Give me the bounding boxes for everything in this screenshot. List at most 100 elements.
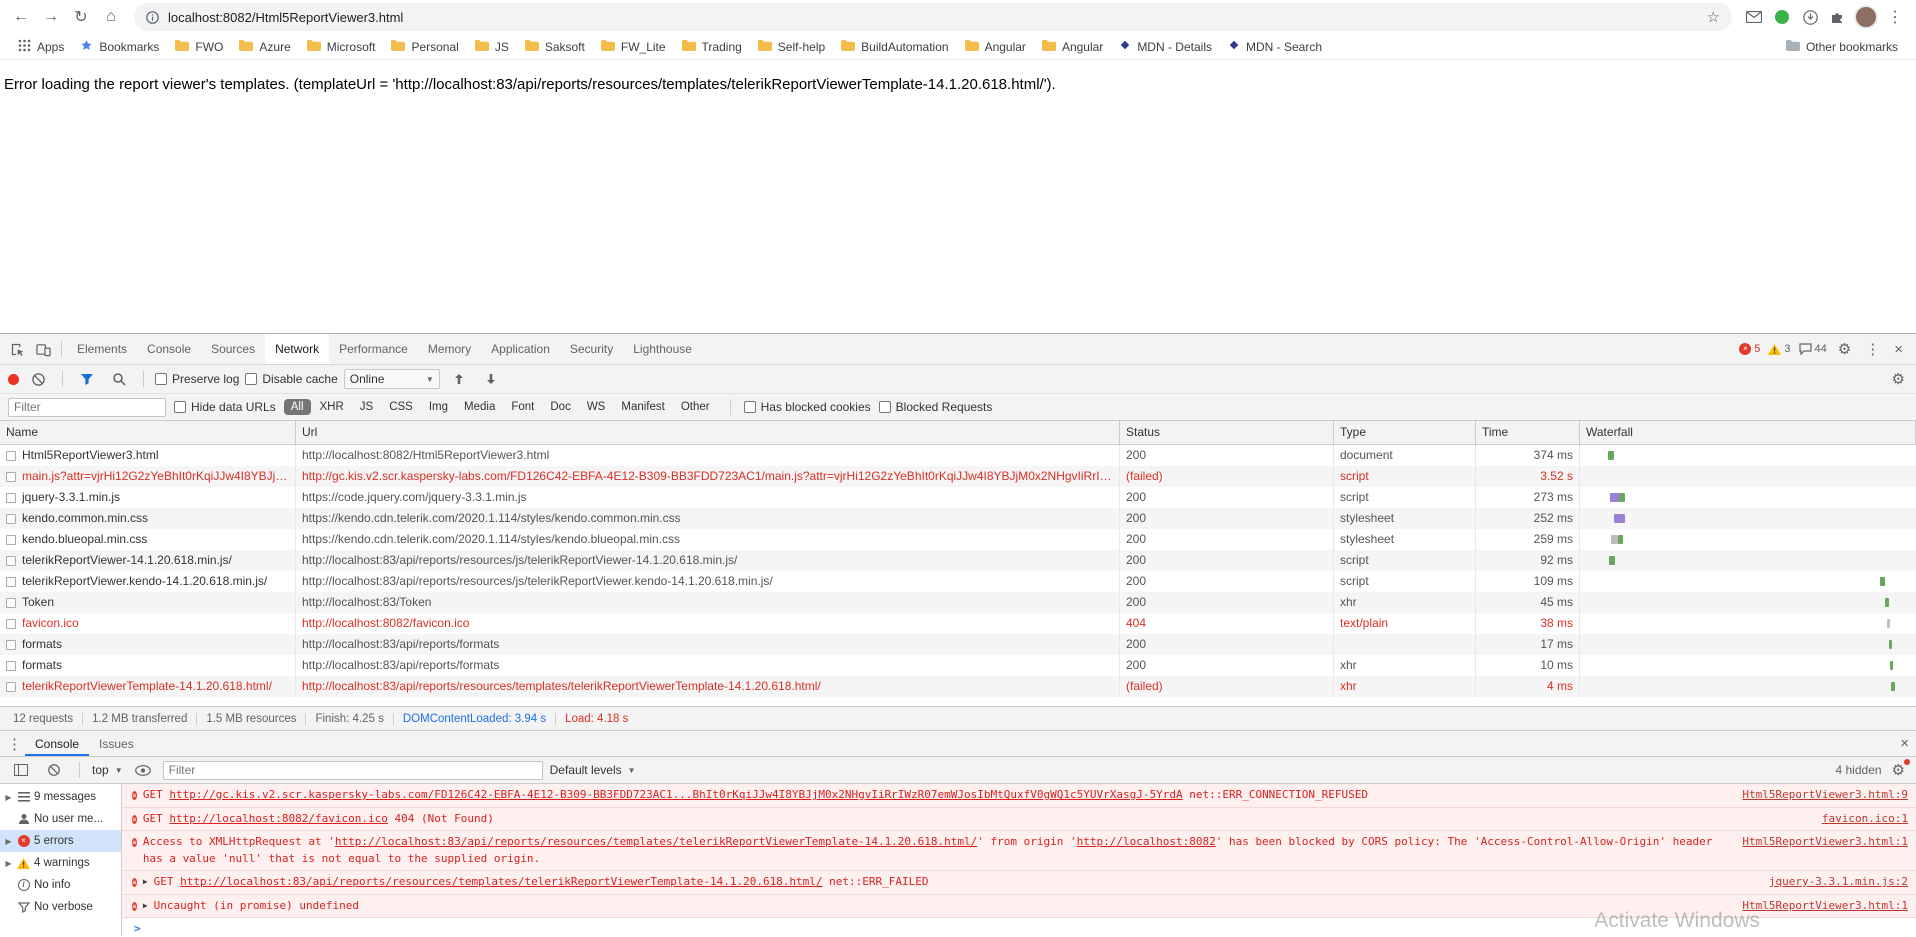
hide-data-urls-checkbox[interactable]: Hide data URLs (174, 400, 276, 414)
filter-pill-font[interactable]: Font (504, 399, 541, 415)
console-filter-no-user-me[interactable]: No user me... (0, 808, 121, 830)
drawer-tab-issues[interactable]: Issues (89, 731, 144, 756)
checkbox[interactable] (744, 401, 756, 413)
source-link[interactable]: Html5ReportViewer3.html:9 (1742, 787, 1908, 804)
filter-pill-media[interactable]: Media (457, 399, 502, 415)
message-url-link[interactable]: http://localhost:8082/favicon.ico (169, 812, 388, 825)
console-sidebar-toggle-icon[interactable] (8, 757, 34, 783)
url-text[interactable]: localhost:8082/Html5ReportViewer3.html (168, 10, 403, 25)
bookmark-item-personal[interactable]: Personal (383, 37, 466, 57)
clear-network-log-icon[interactable] (25, 366, 51, 392)
console-filter-4-warnings[interactable]: ▶4 warnings (0, 852, 121, 874)
bookmark-item-mdn-search[interactable]: MDN - Search (1220, 36, 1330, 57)
column-header-name[interactable]: Name (0, 421, 296, 444)
tab-elements[interactable]: Elements (67, 334, 137, 364)
checkbox[interactable] (879, 401, 891, 413)
bookmark-item-fw-lite[interactable]: FW_Lite (593, 37, 674, 57)
home-button[interactable]: ⌂ (98, 4, 124, 30)
console-error-message[interactable]: ×▶Uncaught (in promise) undefinedHtml5Re… (122, 895, 1916, 919)
console-filter-9-messages[interactable]: ▶9 messages (0, 786, 121, 808)
drawer-menu-icon[interactable]: ⋮ (4, 735, 25, 753)
filter-pill-css[interactable]: CSS (382, 399, 420, 415)
blocked-requests-checkbox[interactable]: Blocked Requests (879, 400, 993, 414)
network-request-row[interactable]: telerikReportViewer-14.1.20.618.min.js/h… (0, 550, 1916, 571)
bookmark-star-icon[interactable]: ☆ (1707, 8, 1720, 26)
source-link[interactable]: jquery-3.3.1.min.js:2 (1769, 874, 1908, 891)
bookmark-item-saksoft[interactable]: Saksoft (517, 37, 593, 57)
device-toolbar-icon[interactable] (30, 336, 56, 362)
source-link[interactable]: favicon.ico:1 (1822, 811, 1908, 828)
console-filter-no-info[interactable]: iNo info (0, 874, 121, 896)
message-url-link[interactable]: http://localhost:83/api/reports/resource… (180, 875, 822, 888)
browser-menu-icon[interactable]: ⋮ (1882, 4, 1908, 30)
live-expression-eye-icon[interactable] (130, 757, 156, 783)
network-request-row[interactable]: Tokenhttp://localhost:83/Token200xhr45 m… (0, 592, 1916, 613)
bookmark-item-buildautomation[interactable]: BuildAutomation (833, 37, 956, 57)
console-error-message[interactable]: ×▶GET http://localhost:83/api/reports/re… (122, 871, 1916, 895)
console-settings-icon[interactable]: ⚙ (1889, 761, 1908, 779)
bookmark-item-self-help[interactable]: Self-help (750, 37, 833, 57)
drawer-tab-console[interactable]: Console (25, 731, 89, 756)
filter-pill-xhr[interactable]: XHR (313, 399, 351, 415)
devtools-menu-icon[interactable]: ⋮ (1862, 340, 1883, 358)
console-filter-input[interactable] (163, 761, 543, 780)
filter-pill-js[interactable]: JS (353, 399, 380, 415)
bookmark-item-bookmarks[interactable]: Bookmarks (72, 36, 167, 58)
tab-performance[interactable]: Performance (329, 334, 418, 364)
console-warning-badge[interactable]: 3 (1768, 343, 1790, 355)
bookmark-item-angular[interactable]: Angular (957, 37, 1034, 57)
filter-pill-manifest[interactable]: Manifest (614, 399, 671, 415)
network-search-icon[interactable] (106, 366, 132, 392)
tab-lighthouse[interactable]: Lighthouse (623, 334, 702, 364)
source-link[interactable]: Html5ReportViewer3.html:1 (1742, 834, 1908, 851)
tab-security[interactable]: Security (560, 334, 623, 364)
disable-cache-checkbox[interactable]: Disable cache (245, 372, 337, 386)
preserve-log-checkbox[interactable]: Preserve log (155, 372, 239, 386)
log-levels-select[interactable]: Default levels ▼ (550, 763, 636, 777)
console-context-select[interactable]: top ▼ (92, 763, 123, 777)
page-info-icon[interactable] (146, 11, 159, 24)
other-bookmarks-button[interactable]: Other bookmarks (1778, 37, 1906, 57)
network-request-row[interactable]: telerikReportViewer.kendo-14.1.20.618.mi… (0, 571, 1916, 592)
network-request-row[interactable]: kendo.blueopal.min.csshttps://kendo.cdn.… (0, 529, 1916, 550)
filter-pill-img[interactable]: Img (422, 399, 455, 415)
bookmark-item-trading[interactable]: Trading (674, 37, 750, 57)
console-message-badge[interactable]: 44 (1799, 343, 1827, 355)
checkbox[interactable] (155, 373, 167, 385)
extension-antivirus-icon[interactable] (1770, 5, 1794, 29)
record-network-log-button[interactable] (8, 374, 19, 385)
console-error-badge[interactable]: × 5 (1739, 343, 1760, 355)
forward-button[interactable]: → (38, 4, 64, 30)
bookmark-item-mdn-details[interactable]: MDN - Details (1111, 36, 1220, 57)
network-request-row[interactable]: jquery-3.3.1.min.jshttps://code.jquery.c… (0, 487, 1916, 508)
console-filter-5-errors[interactable]: ▶×5 errors (0, 830, 121, 852)
console-prompt[interactable]: > (122, 918, 1916, 935)
tab-network[interactable]: Network (265, 334, 329, 364)
bookmark-item-fwo[interactable]: FWO (167, 37, 231, 57)
bookmark-item-microsoft[interactable]: Microsoft (299, 37, 384, 57)
tab-application[interactable]: Application (481, 334, 560, 364)
column-header-status[interactable]: Status (1120, 421, 1334, 444)
bookmark-item-angular[interactable]: Angular (1034, 37, 1111, 57)
filter-pill-doc[interactable]: Doc (543, 399, 577, 415)
bookmark-item-js[interactable]: JS (467, 37, 517, 57)
source-link[interactable]: Html5ReportViewer3.html:1 (1742, 898, 1908, 915)
console-error-message[interactable]: ×GET http://gc.kis.v2.scr.kaspersky-labs… (122, 784, 1916, 808)
expand-caret-icon[interactable]: ▶ (143, 901, 148, 910)
expand-caret-icon[interactable]: ▶ (143, 877, 148, 886)
devtools-close-icon[interactable]: × (1891, 341, 1906, 358)
network-request-row[interactable]: favicon.icohttp://localhost:8082/favicon… (0, 613, 1916, 634)
filter-pill-ws[interactable]: WS (580, 399, 613, 415)
network-request-row[interactable]: formatshttp://localhost:83/api/reports/f… (0, 655, 1916, 676)
extension-mail-icon[interactable] (1742, 5, 1766, 29)
filter-pill-other[interactable]: Other (674, 399, 717, 415)
filter-funnel-icon[interactable] (74, 366, 100, 392)
has-blocked-cookies-checkbox[interactable]: Has blocked cookies (744, 400, 871, 414)
console-error-message[interactable]: ×GET http://localhost:8082/favicon.ico 4… (122, 808, 1916, 832)
checkbox[interactable] (174, 401, 186, 413)
export-har-icon[interactable] (478, 366, 504, 392)
bookmark-item-apps[interactable]: Apps (10, 36, 72, 58)
network-request-row[interactable]: telerikReportViewerTemplate-14.1.20.618.… (0, 676, 1916, 697)
devtools-settings-icon[interactable]: ⚙ (1835, 340, 1854, 358)
reload-button[interactable]: ↻ (68, 4, 94, 30)
